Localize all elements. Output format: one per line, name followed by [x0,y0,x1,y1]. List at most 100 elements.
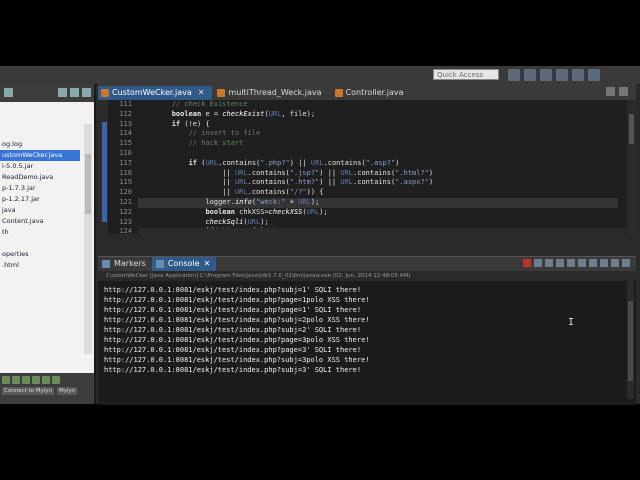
markers-icon [102,260,110,268]
tree-item[interactable]: Content.java [0,216,80,227]
editor-scrollbar[interactable] [627,100,636,234]
console-output[interactable]: http://127.0.0.1:8081/eskj/test/index.ph… [104,285,614,375]
code-line: // insert to file [188,129,261,138]
tab-controller[interactable]: Controller.java [332,86,412,100]
console-line: http://127.0.0.1:8081/eskj/test/index.ph… [104,306,362,314]
console-line: http://127.0.0.1:8081/eskj/test/index.ph… [104,346,362,354]
package-explorer-header [0,84,94,102]
line-number: 113 [119,119,132,128]
line-number: 116 [119,148,132,157]
code-line: || URL.contains(".htm?") || URL.contains… [222,178,434,187]
code-line: boolean chkXSS=checkXSS(URL); [205,207,328,216]
code-line: checkSqli(URL); [205,217,269,226]
display-console-icon[interactable] [589,259,597,267]
editor-tabs: CustomWeCker.java ✕ multiThread_Weck.java… [98,84,636,100]
mylyn-button[interactable]: Mylyn [57,387,78,395]
explorer-bottom-toolbar: Connect to Mylyn Mylyn [0,373,94,404]
pin-console-icon[interactable] [578,259,586,267]
word-wrap-icon[interactable] [567,259,575,267]
maximize-icon[interactable] [622,259,630,267]
category-icon[interactable] [32,376,40,384]
open-perspective-icon[interactable] [508,69,520,81]
remove-launch-icon[interactable] [534,259,542,267]
console-line: http://127.0.0.1:8081/eskj/test/index.ph… [104,336,370,344]
tree-item[interactable]: i-5.0.5.jar [0,161,80,172]
console-process-path: CustomWeCker [Java Application] C:\Progr… [98,271,636,281]
close-icon[interactable]: ✕ [204,259,211,268]
line-number: 115 [119,139,132,148]
line-number: 119 [119,178,132,187]
editor-gutter [98,100,108,234]
view-menu-icon[interactable] [52,376,60,384]
editor-minimize-icon[interactable] [606,87,615,96]
maximize-icon[interactable] [82,88,91,97]
console-tabs: Markers Console ✕ [98,257,636,271]
git-perspective-icon[interactable] [556,69,568,81]
tree-item[interactable]: java [0,205,80,216]
collapse-all-icon[interactable] [4,88,13,97]
remove-all-icon[interactable] [545,259,553,267]
tree-item[interactable] [0,106,80,117]
debug-perspective-icon[interactable] [540,69,552,81]
console-line: http://127.0.0.1:8081/eskj/test/index.ph… [104,296,370,304]
tab-console[interactable]: Console ✕ [151,257,217,271]
tree-item[interactable]: p-1.7.3.jar [0,183,80,194]
main-toolbar: Quick Access [0,66,640,85]
run-icon[interactable] [22,376,30,384]
task-icon[interactable] [2,376,10,384]
tree-item[interactable] [0,128,80,139]
explorer-scrollbar[interactable] [84,124,92,354]
tab-multithread-weck[interactable]: multiThread_Weck.java [214,86,329,100]
console-line: http://127.0.0.1:8081/eskj/test/index.ph… [104,316,370,324]
code-line: // hack start [188,139,244,148]
filter-icon[interactable] [12,376,20,384]
tree-item[interactable]: ustomWeCker.java [0,150,80,161]
tree-item[interactable]: operties [0,249,80,260]
scroll-lock-icon[interactable] [556,259,564,267]
project-tree: og.log ustomWeCker.java i-5.0.5.jar ReadDem… [0,106,80,271]
tree-item[interactable] [0,117,80,128]
line-number: 111 [119,100,132,108]
eclipse-window: Quick Access og.log ustomWeCker.java i-5.0… [0,66,640,405]
team-perspective-icon[interactable] [572,69,584,81]
terminate-icon[interactable] [523,259,531,267]
tree-item[interactable]: .html [0,260,80,271]
open-console-icon[interactable] [600,259,608,267]
line-number: 121 [119,197,132,206]
code-line: if (!e) { [171,119,210,128]
console-scrollbar[interactable] [627,281,634,399]
line-number: 112 [119,109,132,118]
code-line: || URL.contains("/?")) { [222,188,324,197]
link-editor-icon[interactable] [58,88,67,97]
code-line: || URL.contains(".jsp?") || URL.contains… [222,168,434,177]
code-editor: CustomWeCker.java ✕ multiThread_Weck.java… [98,84,636,237]
java-perspective-icon[interactable] [524,69,536,81]
java-file-icon [334,89,343,97]
tab-markers[interactable]: Markers [98,257,152,271]
text-cursor-icon: I [568,317,575,328]
code-line-current: logger.info("weck:" + URL); [138,197,618,208]
console-line: http://127.0.0.1:8081/eskj/test/index.ph… [104,286,362,294]
editor-hscrollbar[interactable] [138,228,626,234]
code-line: // check Existence [171,100,248,108]
minimize-icon[interactable] [611,259,619,267]
tree-item[interactable] [0,238,80,249]
tree-item[interactable]: th [0,227,80,238]
quick-access-input[interactable]: Quick Access [433,69,499,80]
tree-item[interactable]: ReadDemo.java [0,172,80,183]
tree-item[interactable]: og.log [0,139,80,150]
console-icon [155,260,164,268]
close-icon[interactable]: ✕ [198,88,205,97]
focus-icon[interactable] [42,376,50,384]
java-file-icon [101,89,109,97]
code-area[interactable]: // check Existence boolean e = checkExis… [138,100,618,237]
svn-perspective-icon[interactable] [588,69,600,81]
tab-customwecker[interactable]: CustomWeCker.java ✕ [98,86,213,100]
tree-item[interactable]: p-1.2.17.jar [0,194,80,205]
console-line: http://127.0.0.1:8081/eskj/test/index.ph… [104,366,362,374]
minimize-icon[interactable] [70,88,79,97]
line-number: 122 [119,207,132,216]
editor-maximize-icon[interactable] [619,87,628,96]
connect-mylyn-button[interactable]: Connect to Mylyn [2,387,55,395]
